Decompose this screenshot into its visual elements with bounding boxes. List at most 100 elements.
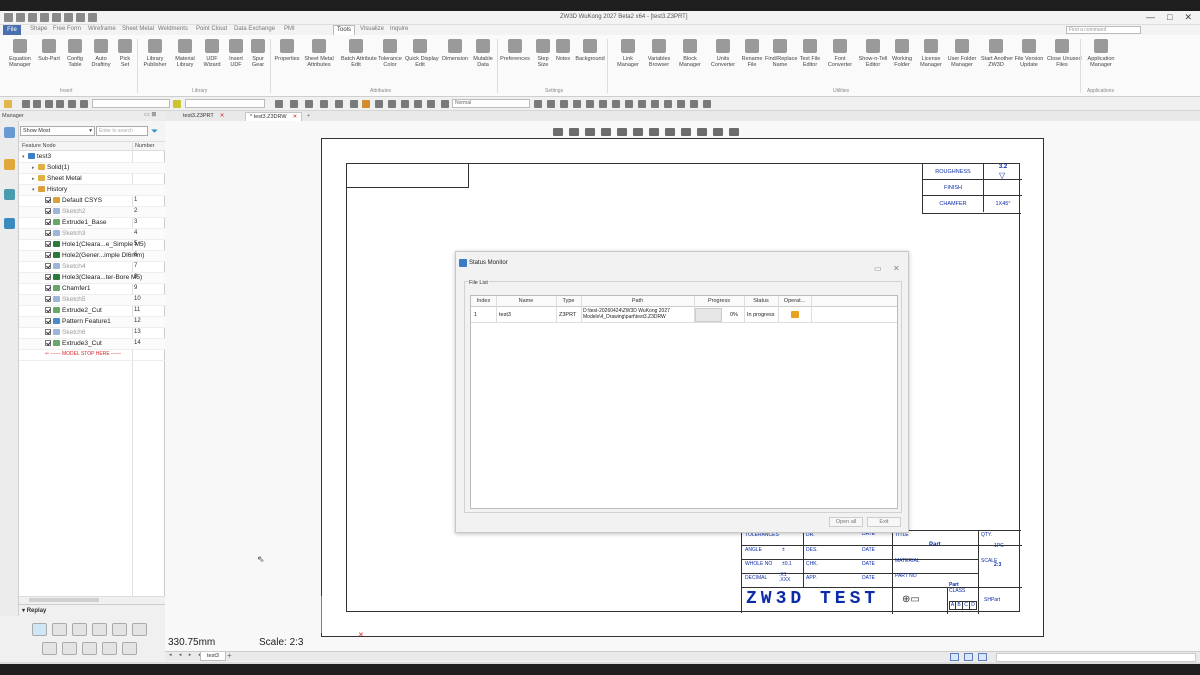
tab-test3-z3drw[interactable]: * test3.Z3DRW ✕ [245, 112, 303, 121]
visibility-checkbox[interactable] [45, 208, 51, 214]
status-display-icon[interactable] [964, 653, 973, 661]
tolerance-color-button[interactable]: Tolerance Color [375, 39, 405, 68]
align-center-icon[interactable] [290, 100, 298, 108]
cursor-icon[interactable] [534, 100, 542, 108]
rotate-icon[interactable] [547, 100, 555, 108]
view-fit-icon[interactable] [665, 128, 675, 136]
visibility-checkbox[interactable] [45, 285, 51, 291]
stop-icon[interactable] [441, 100, 449, 108]
rewind-button[interactable] [132, 623, 147, 636]
layer-color-icon[interactable] [362, 100, 370, 108]
curve-icon[interactable] [651, 100, 659, 108]
command-input[interactable] [996, 653, 1196, 662]
open-all-button[interactable]: Open all [829, 517, 863, 527]
view-manager-icon[interactable] [4, 189, 15, 200]
select-filter-icon[interactable] [4, 100, 12, 108]
align-right-icon[interactable] [305, 100, 313, 108]
tab-sheet-metal[interactable]: Sheet Metal [122, 26, 154, 32]
view-filter-icon[interactable] [553, 128, 563, 136]
step-forward-button[interactable] [52, 623, 67, 636]
orbit-icon[interactable] [560, 100, 568, 108]
pick-set-button[interactable]: Pick Set [110, 39, 140, 68]
visibility-checkbox[interactable] [45, 230, 51, 236]
link-manager-button[interactable]: Link Manager [613, 39, 643, 68]
snap-icon[interactable] [80, 100, 88, 108]
assembly-manager-icon[interactable] [4, 159, 15, 170]
close-unused-files-button[interactable]: Close Unused Files [1047, 39, 1082, 68]
background-button[interactable]: Background [575, 39, 605, 62]
view-pen-icon[interactable] [585, 128, 595, 136]
visibility-checkbox[interactable] [45, 252, 51, 258]
status-grid-icon[interactable] [950, 653, 959, 661]
close-icon[interactable]: ✕ [293, 114, 298, 120]
tree-item[interactable]: Hole1(Cleara...e_Simple M5) 5 [19, 240, 165, 251]
tab-wireframe[interactable]: Wireframe [88, 26, 116, 32]
column-operation[interactable]: Operat... [778, 298, 811, 304]
library-publisher-button[interactable]: Library Publisher [140, 39, 170, 68]
license-manager-button[interactable]: License Manager [916, 39, 946, 68]
tab-test3-z3prt[interactable]: test3.Z3PRT ✕ [179, 112, 228, 121]
visibility-checkbox[interactable] [45, 340, 51, 346]
add-sheet-button[interactable]: + [227, 651, 232, 660]
view-section-icon[interactable] [681, 128, 691, 136]
replay-tool-3-button[interactable] [82, 642, 97, 655]
status-layout-icon[interactable] [978, 653, 987, 661]
start-another-zw3d-button[interactable]: Start Another ZW3D [981, 39, 1013, 68]
exit-button[interactable]: Exit [867, 517, 901, 527]
tree-item[interactable]: Sketch2 2 [19, 207, 165, 218]
offset-icon[interactable] [664, 100, 672, 108]
application-manager-button[interactable]: Application Manager [1086, 39, 1116, 68]
spline-icon[interactable] [638, 100, 646, 108]
minimize-button[interactable]: — [1146, 12, 1155, 23]
tab-data-exchange[interactable]: Data Exchange [234, 26, 275, 32]
show-n-tell-editor-button[interactable]: Show-n-Tell Editor [858, 39, 888, 68]
tree-item[interactable]: Extrude3_Cut 14 [19, 339, 165, 350]
pan-icon[interactable] [573, 100, 581, 108]
notes-button[interactable]: Notes [548, 39, 578, 62]
mutable-data-button[interactable]: Mutable Data [468, 39, 498, 68]
grid-icon[interactable] [56, 100, 64, 108]
batch-attribute-edit-button[interactable]: Batch Attribute Edit [341, 39, 377, 68]
tree-item[interactable]: ▾ test3 [19, 152, 165, 163]
table-row[interactable]: 1 test3 Z3PRT D:\test-20260424\ZW3D WuKo… [471, 307, 897, 323]
tab-weldments[interactable]: Weldments [158, 26, 188, 32]
column-index[interactable]: Index [471, 298, 496, 304]
tree-horizontal-scrollbar[interactable] [19, 596, 165, 603]
line-draw-icon[interactable] [586, 100, 594, 108]
filter-funnel-icon[interactable]: ⏷ [151, 126, 158, 136]
visibility-checkbox[interactable] [45, 296, 51, 302]
extend-icon[interactable] [690, 100, 698, 108]
tab-inquire[interactable]: Inquire [390, 26, 408, 32]
tree-item[interactable]: Sketch3 4 [19, 229, 165, 240]
working-folder-button[interactable]: Working Folder [887, 39, 917, 68]
quick-display-edit-button[interactable]: Quick Display Edit [405, 39, 439, 68]
layer-manager-icon[interactable] [173, 100, 181, 108]
style-combo[interactable]: Normal [452, 99, 530, 108]
text-style-icon[interactable] [427, 100, 435, 108]
mirror-icon[interactable] [703, 100, 711, 108]
file-version-update-button[interactable]: File Version Update [1014, 39, 1044, 68]
tab-visualize[interactable]: Visualize [360, 26, 384, 32]
column-type[interactable]: Type [556, 298, 581, 304]
order-icon[interactable] [350, 100, 358, 108]
add-tab-button[interactable]: + [303, 112, 314, 121]
view-layer-icon[interactable] [697, 128, 707, 136]
save-as-icon[interactable] [40, 13, 49, 22]
skip-button[interactable] [92, 623, 107, 636]
tab-free-form[interactable]: Free Form [53, 26, 81, 32]
sheet-nav-buttons[interactable]: ◂ ◂ ▸ ▸ [169, 652, 204, 658]
visibility-checkbox[interactable] [45, 263, 51, 269]
tree-item[interactable]: Sketch6 13 [19, 328, 165, 339]
rename-file-button[interactable]: Rename File [737, 39, 767, 68]
visibility-checkbox[interactable] [45, 241, 51, 247]
manager-window-controls[interactable]: ▭ ⊠ [144, 111, 156, 118]
circle-draw-icon[interactable] [612, 100, 620, 108]
spur-gear-button[interactable]: Spur Gear [243, 39, 273, 68]
tree-item[interactable]: Sketch5 10 [19, 295, 165, 306]
view-orient-icon[interactable] [569, 128, 579, 136]
visibility-checkbox[interactable] [45, 307, 51, 313]
find-replace-name-button[interactable]: Find/Replace Name [765, 39, 797, 68]
equation-manager-button[interactable]: Equation Manager [5, 39, 35, 68]
column-number[interactable]: Number [135, 143, 155, 149]
undo-icon[interactable] [64, 13, 73, 22]
